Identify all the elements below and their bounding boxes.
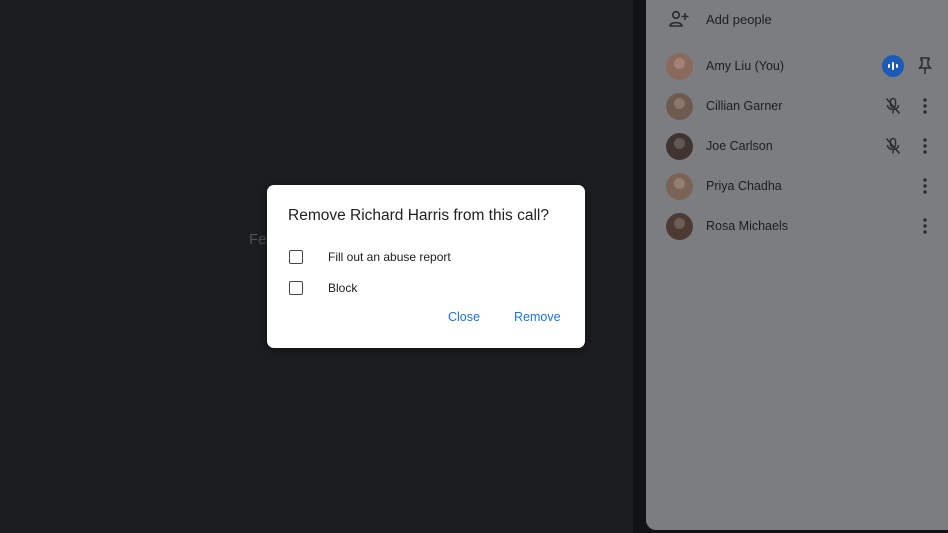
- close-button[interactable]: Close: [448, 310, 480, 324]
- participant-name: Cillian Garner: [706, 99, 783, 113]
- remove-button[interactable]: Remove: [514, 310, 561, 324]
- participant-row[interactable]: Joe Carlson: [666, 126, 936, 166]
- participant-row[interactable]: Priya Chadha: [666, 166, 936, 206]
- more-vert-icon[interactable]: [914, 135, 936, 157]
- avatar: [666, 52, 693, 80]
- participant-row[interactable]: Amy Liu (You): [666, 46, 936, 86]
- avatar: [666, 132, 693, 160]
- participant-name: Joe Carlson: [706, 139, 773, 153]
- block-checkbox[interactable]: [289, 281, 303, 295]
- avatar: [666, 92, 693, 120]
- participant-name: Priya Chadha: [706, 179, 782, 193]
- add-people-button[interactable]: Add people: [668, 0, 928, 38]
- stage-text: Fe: [249, 231, 267, 248]
- abuse-report-option[interactable]: Fill out an abuse report: [289, 247, 451, 267]
- pin-icon[interactable]: [914, 55, 936, 77]
- add-people-label: Add people: [706, 11, 772, 27]
- avatar: [666, 212, 693, 240]
- participant-name: Amy Liu (You): [706, 59, 785, 73]
- mic-off-icon: [882, 135, 904, 157]
- participant-name: Rosa Michaels: [706, 219, 788, 233]
- block-label: Block: [328, 281, 358, 295]
- more-vert-icon[interactable]: [914, 215, 936, 237]
- person-add-icon: [668, 8, 690, 30]
- participant-row[interactable]: Rosa Michaels: [666, 206, 936, 246]
- mic-off-icon: [882, 95, 904, 117]
- remove-participant-dialog: Remove Richard Harris from this call? Fi…: [267, 185, 585, 348]
- block-option[interactable]: Block: [289, 278, 357, 298]
- more-vert-icon[interactable]: [914, 95, 936, 117]
- abuse-report-label: Fill out an abuse report: [328, 250, 451, 264]
- abuse-report-checkbox[interactable]: [289, 250, 303, 264]
- more-vert-icon[interactable]: [914, 175, 936, 197]
- speaking-indicator-icon: [882, 55, 904, 77]
- dialog-title: Remove Richard Harris from this call?: [288, 207, 549, 224]
- avatar: [666, 172, 693, 200]
- participant-row[interactable]: Cillian Garner: [666, 86, 936, 126]
